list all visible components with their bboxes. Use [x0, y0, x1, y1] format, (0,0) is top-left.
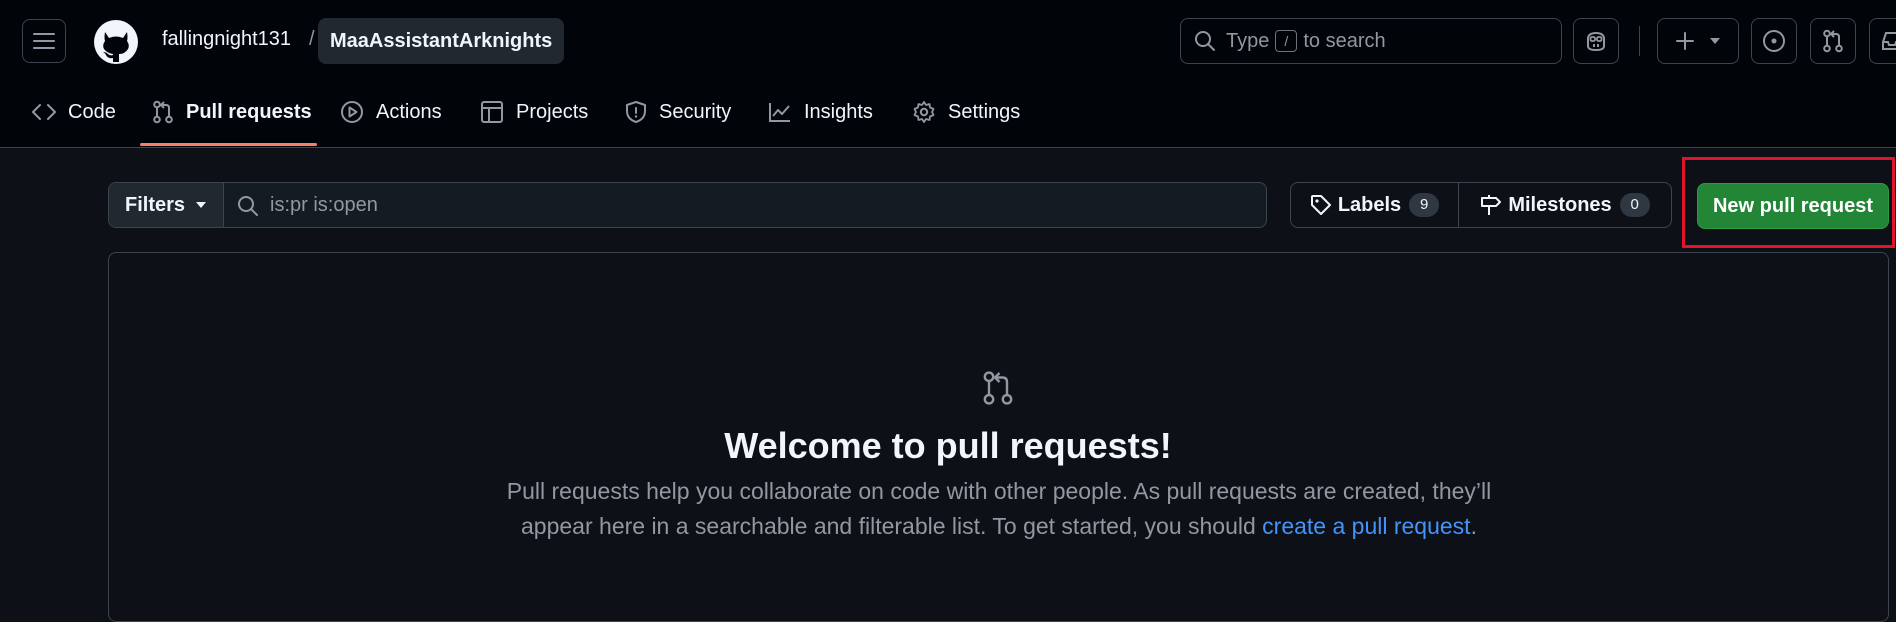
tab-label: Security — [659, 100, 732, 123]
graph-icon — [769, 103, 790, 122]
search-shortcut-key: / — [1275, 30, 1298, 52]
labels-label: Labels — [1337, 193, 1402, 216]
issues-button[interactable] — [1751, 18, 1797, 64]
tab-label: Actions — [376, 100, 442, 123]
create-new-button[interactable] — [1657, 18, 1739, 64]
play-icon — [341, 101, 363, 123]
search-suffix: to search — [1303, 29, 1386, 52]
inbox-icon — [1882, 32, 1896, 50]
tab-label: Settings — [948, 100, 1021, 123]
filters-dropdown-button[interactable]: Filters — [109, 183, 224, 227]
milestone-icon — [1481, 195, 1502, 215]
active-tab-indicator — [140, 143, 317, 146]
menu-button[interactable] — [22, 19, 66, 63]
plus-icon — [1676, 32, 1694, 50]
filters-label: Filters — [124, 193, 186, 216]
global-header: fallingnight131 / MaaAssistantArknights … — [0, 0, 1896, 148]
tab-pull-requests[interactable]: Pull requests — [152, 92, 312, 132]
inbox-button[interactable] — [1869, 18, 1896, 64]
highlight-box — [1682, 157, 1895, 248]
tab-label: Insights — [804, 100, 873, 123]
milestones-button[interactable]: Milestones 0 — [1459, 183, 1671, 227]
tab-projects[interactable]: Projects — [480, 92, 588, 132]
tab-label: Code — [68, 100, 116, 123]
gear-icon — [913, 101, 935, 123]
header-divider — [1639, 26, 1640, 56]
hamburger-icon — [33, 33, 55, 49]
pull-requests-button[interactable] — [1810, 18, 1856, 64]
milestones-count-badge: 0 — [1619, 193, 1650, 217]
tab-insights[interactable]: Insights — [768, 92, 873, 132]
copilot-button[interactable] — [1573, 18, 1619, 64]
github-logo-icon[interactable] — [93, 19, 139, 65]
repo-owner-link[interactable]: fallingnight131 — [162, 28, 291, 51]
global-search-button[interactable]: Type / to search — [1180, 18, 1562, 64]
milestones-label: Milestones — [1508, 193, 1612, 216]
git-pull-request-icon — [153, 100, 173, 124]
tag-icon — [1310, 195, 1331, 215]
labels-count-badge: 9 — [1409, 193, 1440, 217]
code-icon — [32, 104, 56, 120]
shield-icon — [626, 101, 646, 123]
tab-security[interactable]: Security — [625, 92, 731, 132]
labels-milestones-group: Labels 9 Milestones 0 — [1290, 182, 1672, 228]
create-pull-request-link[interactable]: create a pull request — [1262, 513, 1470, 539]
repo-name-link[interactable]: MaaAssistantArknights — [318, 18, 565, 64]
issue-opened-icon — [1763, 30, 1785, 52]
tab-label: Pull requests — [186, 100, 312, 123]
blankslate-description: Pull requests help you collaborate on co… — [470, 474, 1528, 544]
labels-button[interactable]: Labels 9 — [1291, 183, 1459, 227]
tab-settings[interactable]: Settings — [912, 92, 1020, 132]
triangle-down-icon — [1710, 38, 1720, 44]
triangle-down-icon — [196, 202, 207, 208]
git-pull-request-icon — [983, 371, 1013, 405]
description-end: . — [1470, 513, 1477, 539]
tab-code[interactable]: Code — [32, 92, 116, 132]
table-icon — [481, 101, 503, 123]
copilot-icon — [1587, 31, 1605, 52]
git-pull-request-icon — [1823, 29, 1843, 53]
filter-bar: Filters — [108, 182, 1267, 228]
breadcrumb-separator: / — [309, 28, 315, 50]
search-prefix: Type — [1226, 29, 1270, 52]
search-icon — [1195, 31, 1215, 51]
tab-label: Projects — [516, 100, 589, 123]
search-pull-requests-input[interactable] — [223, 183, 1266, 227]
tab-actions[interactable]: Actions — [340, 92, 442, 132]
blankslate-title: Welcome to pull requests! — [724, 425, 1172, 466]
